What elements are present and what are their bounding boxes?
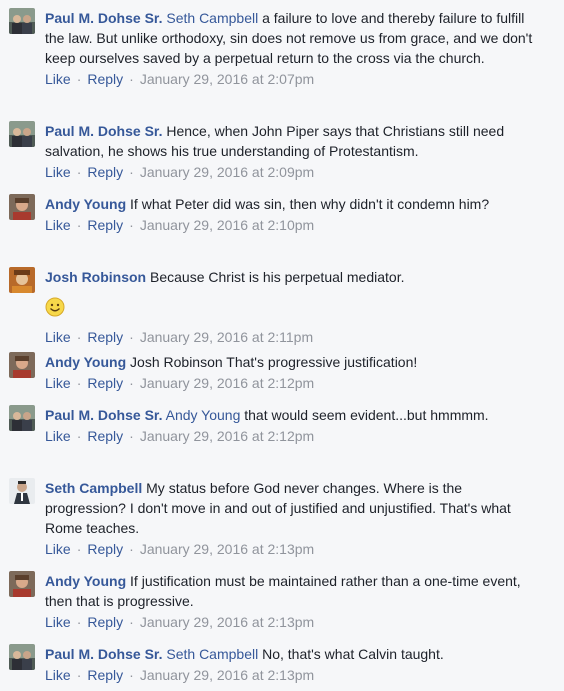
reply-button[interactable]: Reply — [87, 164, 123, 180]
comment-body: Paul M. Dohse Sr. Andy Young that would … — [45, 405, 544, 445]
like-button[interactable]: Like — [45, 428, 71, 444]
avatar[interactable] — [9, 267, 35, 293]
comment-mention[interactable]: Seth Campbell — [166, 646, 258, 662]
separator: · — [76, 614, 82, 630]
comment-text: If what Peter did was sin, then why didn… — [126, 196, 490, 212]
avatar[interactable] — [9, 8, 35, 34]
separator: · — [76, 667, 82, 683]
separator: · — [76, 217, 82, 233]
separator: · — [129, 428, 134, 444]
comment-timestamp[interactable]: January 29, 2016 at 2:11pm — [140, 329, 313, 345]
separator: · — [129, 164, 134, 180]
comment-author[interactable]: Andy Young — [45, 573, 126, 589]
comment-body: Andy Young If what Peter did was sin, th… — [45, 194, 544, 234]
comment-body: Andy Young Josh Robinson That's progress… — [45, 352, 544, 392]
like-button[interactable]: Like — [45, 667, 71, 683]
comment-text: that would seem evident...but hmmmm. — [240, 407, 489, 423]
separator: · — [129, 667, 134, 683]
comment-actions: Like · Reply · January 29, 2016 at 2:13pm — [45, 613, 544, 631]
comment-body: Paul M. Dohse Sr. Hence, when John Piper… — [45, 121, 544, 181]
separator: · — [129, 375, 134, 391]
separator: · — [129, 71, 134, 87]
avatar[interactable] — [9, 352, 35, 378]
avatar[interactable] — [9, 194, 35, 220]
reply-button[interactable]: Reply — [87, 329, 123, 345]
like-button[interactable]: Like — [45, 614, 71, 630]
comment-body: Seth Campbell My status before God never… — [45, 478, 544, 558]
separator: · — [76, 428, 82, 444]
comment-actions: Like · Reply · January 29, 2016 at 2:13pm — [45, 540, 544, 558]
reply-button[interactable]: Reply — [87, 428, 123, 444]
comment-thread: Paul M. Dohse Sr. Seth Campbell a failur… — [0, 0, 564, 691]
avatar[interactable] — [9, 644, 35, 670]
like-button[interactable]: Like — [45, 217, 71, 233]
comment-actions: Like · Reply · January 29, 2016 at 2:11pm — [45, 328, 544, 346]
comment-timestamp[interactable]: January 29, 2016 at 2:10pm — [140, 217, 314, 233]
separator: · — [76, 375, 82, 391]
like-button[interactable]: Like — [45, 71, 71, 87]
separator: · — [129, 329, 134, 345]
comment-actions: Like · Reply · January 29, 2016 at 2:10pm — [45, 216, 544, 234]
comment-text: Because Christ is his perpetual mediator… — [146, 269, 405, 285]
reply-button[interactable]: Reply — [87, 217, 123, 233]
comment-body: Paul M. Dohse Sr. Seth Campbell a failur… — [45, 8, 544, 88]
reply-button[interactable]: Reply — [87, 375, 123, 391]
like-button[interactable]: Like — [45, 164, 71, 180]
comment-timestamp[interactable]: January 29, 2016 at 2:07pm — [140, 71, 314, 87]
separator: · — [76, 71, 82, 87]
like-button[interactable]: Like — [45, 541, 71, 557]
smiley-emoji-icon — [45, 297, 65, 317]
separator: · — [129, 614, 134, 630]
comment-author[interactable]: Paul M. Dohse Sr. — [45, 646, 162, 662]
comment-timestamp[interactable]: January 29, 2016 at 2:12pm — [140, 375, 314, 391]
comment-author[interactable]: Andy Young — [45, 196, 126, 212]
comment-body: Andy Young If justification must be main… — [45, 571, 544, 631]
comment-author[interactable]: Andy Young — [45, 354, 126, 370]
comment-actions: Like · Reply · January 29, 2016 at 2:07pm — [45, 70, 544, 88]
avatar[interactable] — [9, 571, 35, 597]
comment-timestamp[interactable]: January 29, 2016 at 2:12pm — [140, 428, 314, 444]
reply-button[interactable]: Reply — [87, 614, 123, 630]
comment-author[interactable]: Paul M. Dohse Sr. — [45, 123, 162, 139]
separator: · — [129, 541, 134, 557]
separator: · — [76, 329, 82, 345]
comment-timestamp[interactable]: January 29, 2016 at 2:13pm — [140, 541, 314, 557]
separator: · — [76, 541, 82, 557]
comment-timestamp[interactable]: January 29, 2016 at 2:09pm — [140, 164, 314, 180]
comment-timestamp[interactable]: January 29, 2016 at 2:13pm — [140, 667, 314, 683]
comment-author[interactable]: Paul M. Dohse Sr. — [45, 407, 162, 423]
like-button[interactable]: Like — [45, 375, 71, 391]
like-button[interactable]: Like — [45, 329, 71, 345]
comment-body: Josh Robinson Because Christ is his perp… — [45, 267, 544, 346]
reply-button[interactable]: Reply — [87, 667, 123, 683]
avatar[interactable] — [9, 478, 35, 504]
reply-button[interactable]: Reply — [87, 541, 123, 557]
comment-text: Josh Robinson That's progressive justifi… — [126, 354, 418, 370]
separator: · — [76, 164, 82, 180]
avatar[interactable] — [9, 405, 35, 431]
comment-author[interactable]: Paul M. Dohse Sr. — [45, 10, 162, 26]
comment-actions: Like · Reply · January 29, 2016 at 2:12pm — [45, 374, 544, 392]
reply-button[interactable]: Reply — [87, 71, 123, 87]
comment-timestamp[interactable]: January 29, 2016 at 2:13pm — [140, 614, 314, 630]
comment-actions: Like · Reply · January 29, 2016 at 2:09pm — [45, 163, 544, 181]
comment-mention[interactable]: Seth Campbell — [166, 10, 258, 26]
comment-text: No, that's what Calvin taught. — [258, 646, 444, 662]
separator: · — [129, 217, 134, 233]
avatar[interactable] — [9, 121, 35, 147]
comment-actions: Like · Reply · January 29, 2016 at 2:13pm — [45, 666, 544, 684]
comment-body: Paul M. Dohse Sr. Seth Campbell No, that… — [45, 644, 544, 684]
comment-author[interactable]: Josh Robinson — [45, 269, 146, 285]
comment-actions: Like · Reply · January 29, 2016 at 2:12pm — [45, 427, 544, 445]
comment-author[interactable]: Seth Campbell — [45, 480, 142, 496]
comment-mention[interactable]: Andy Young — [166, 407, 241, 423]
